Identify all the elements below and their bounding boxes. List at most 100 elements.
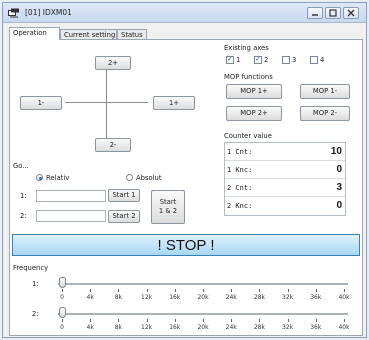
slider-tick [90,289,92,292]
go-row-1-label: 1: [20,192,27,200]
slider-tick-label: 8k [114,324,123,331]
slider-tick [259,319,261,322]
go-label: Go... [13,162,29,170]
slider-tick [287,319,289,322]
relative-radio[interactable] [36,174,43,181]
slider-tick-label: 0 [60,294,64,301]
slider-tick [146,289,148,292]
frequency-slider-2-track[interactable] [58,313,348,315]
start-1-and-2-label-line-1: Start [159,198,177,207]
slider-tick [315,319,317,322]
operation-panel: 2+ 1- 1+ 2- Existing axes ✓ 1 ✓ 2 3 4 MO… [9,39,363,336]
mop-2-plus-button[interactable]: MOP 2+ [226,106,282,121]
slider-tick-label: 20k [197,294,209,301]
jog-1-minus-button[interactable]: 1- [20,96,62,110]
slider-tick-label: 20k [197,324,209,331]
slider-tick [231,319,233,322]
slider-tick-label: 4k [86,324,94,331]
radio-selected-icon [38,176,42,180]
slider-tick [174,289,176,292]
slider-tick [287,289,289,292]
slider-tick [174,319,176,322]
jog-1-plus-button[interactable]: 1+ [153,96,195,110]
absolute-label: Absolut [136,174,162,182]
slider-tick [203,319,204,322]
relative-label: Relativ [46,174,70,182]
slider-tick [118,289,120,292]
frequency-label: Frequency [13,264,49,272]
counter-value-label: Counter value [224,132,272,140]
slider-tick [203,289,204,292]
slider-tick [62,289,63,292]
axis-3-label: 3 [292,56,297,64]
start-1-and-2-label-line-2: 1 & 2 [158,207,178,215]
axis-1-checkbox[interactable]: ✓ [226,56,234,64]
axis-3-checkbox[interactable] [282,56,290,64]
jog-2-minus-button[interactable]: 2- [95,138,131,152]
check-icon: ✓ [227,55,233,63]
start-1-and-2-button[interactable]: Start 1 & 2 [151,190,185,224]
slider-tick-label: 16k [169,324,181,331]
go-axis-2-input[interactable] [36,210,106,222]
tab-operation[interactable]: Operation [9,27,60,40]
mop-2-minus-button[interactable]: MOP 2- [300,106,350,121]
slider-tick [344,319,345,322]
jog-cross-vertical [106,60,107,142]
axis-4-checkbox[interactable] [310,56,318,64]
frequency-slider-1-thumb[interactable] [59,277,66,288]
app-window: [01] IDXM01 Operation Current setting St… [2,2,367,338]
slider-tick-label: 12k [141,294,153,301]
counter-row: 1 Cnt: 10 [225,143,345,161]
axis-1-label: 1 [236,56,241,64]
go-axis-1-input[interactable] [36,190,106,202]
axis-2-checkbox[interactable]: ✓ [254,56,262,64]
stop-button[interactable]: ! STOP ! [12,234,360,256]
slider-tick-label: 40k [338,294,350,301]
slider-tick [259,289,261,292]
mop-1-plus-button[interactable]: MOP 1+ [226,84,282,99]
absolute-radio[interactable] [126,174,133,181]
existing-axes-label: Existing axes [224,44,269,52]
slider-tick-label: 24k [225,294,237,301]
counter-value: 0 [336,164,342,175]
go-row-2-label: 2: [20,212,27,220]
counter-key: 1 Knc: [227,166,253,174]
slider-tick [315,289,317,292]
axis-2-label: 2 [264,56,269,64]
slider-tick-label: 36k [310,294,322,301]
counter-key: 1 Cnt: [227,148,253,156]
slider-tick-label: 40k [338,324,350,331]
slider-tick-label: 4k [86,294,94,301]
maximize-button[interactable] [325,7,341,19]
close-button[interactable] [343,7,359,19]
slider-tick-label: 24k [225,324,237,331]
counter-row: 1 Knc: 0 [225,161,345,179]
slider-tick-label: 32k [282,294,294,301]
counter-key: 2 Cnt: [227,184,253,192]
jog-cross-horizontal [65,102,148,103]
counter-value: 0 [336,200,342,211]
jog-2-plus-button[interactable]: 2+ [95,56,131,70]
slider-tick [118,319,120,322]
mop-1-minus-button[interactable]: MOP 1- [300,84,350,99]
start-2-button[interactable]: Start 2 [108,210,140,223]
minimize-button[interactable] [307,7,323,19]
mop-functions-label: MOP functions [224,73,273,81]
frequency-slider-2-thumb[interactable] [59,307,66,318]
slider-tick [231,289,233,292]
slider-tick-label: 16k [169,294,181,301]
slider-tick-label: 12k [141,324,153,331]
start-1-button[interactable]: Start 1 [108,189,140,202]
axis-4-label: 4 [320,56,325,64]
slider-tick [62,319,63,322]
frequency-slider-1-track[interactable] [58,283,348,285]
counter-row: 2 Knc: 0 [225,197,345,215]
slider-tick-label: 36k [310,324,322,331]
title-bar[interactable]: [01] IDXM01 [3,3,366,23]
app-icon [8,8,19,18]
slider-tick-label: 0 [60,324,64,331]
counter-key: 2 Knc: [227,202,253,210]
slider-tick [90,319,92,322]
slider-tick-label: 28k [253,294,265,301]
check-icon: ✓ [255,55,261,63]
